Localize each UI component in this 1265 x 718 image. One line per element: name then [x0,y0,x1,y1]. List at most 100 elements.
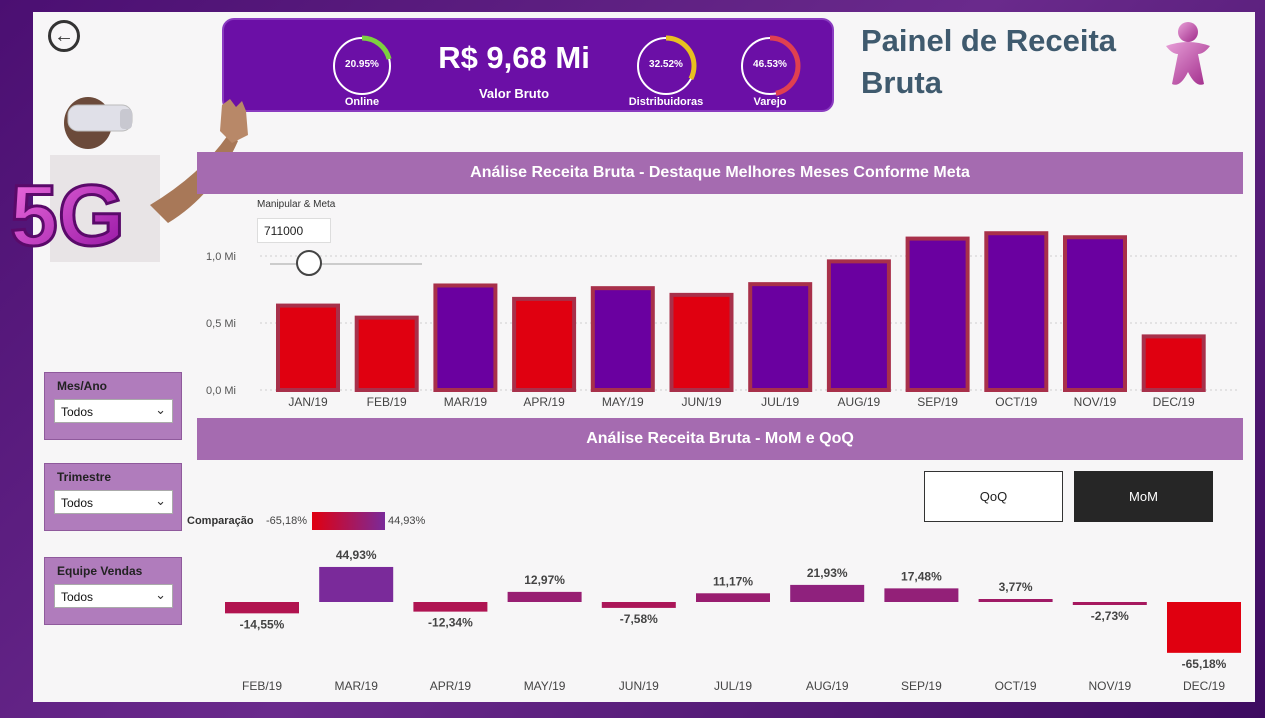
back-button[interactable]: ← [48,20,80,52]
revenue-bar[interactable] [826,259,891,392]
mes-ano-dropdown[interactable]: Todos ⌄ [54,399,173,423]
data-label: -2,73% [1091,609,1129,623]
x-tick-label: SEP/19 [917,395,958,409]
x-tick-label: NOV/19 [1074,395,1117,409]
revenue-bar[interactable] [354,315,419,392]
goal-slider-track[interactable] [270,263,422,265]
mom-bar[interactable] [225,602,299,614]
chevron-down-icon: ⌄ [155,587,166,602]
gross-value: R$ 9,68 Mi [438,40,590,75]
mom-bar[interactable] [1167,602,1241,653]
x-tick-label: OCT/19 [995,395,1037,409]
mom-bar[interactable] [1072,602,1147,605]
x-tick-label: FEB/19 [242,679,282,693]
revenue-bar[interactable] [276,303,340,392]
data-label: -12,34% [428,616,473,630]
y-tick-label: 0,0 Mi [206,385,236,397]
mom-bar[interactable] [319,566,394,602]
chevron-down-icon: ⌄ [155,402,166,417]
revenue-bar[interactable] [1141,334,1206,392]
slicer-equipe-vendas: Equipe Vendas Todos ⌄ [44,557,182,625]
revenue-bar[interactable] [1063,235,1127,392]
x-tick-label: DEC/19 [1153,395,1195,409]
mom-change-chart: -14,55% FEB/19 44,93% MAR/19 -12,34% APR/19 12… [225,548,1241,693]
section-header-meta: Análise Receita Bruta - Destaque Melhore… [197,152,1243,194]
gauge-value: 20.95% [345,59,379,70]
mom-button[interactable]: MoM [1074,471,1213,522]
slicer-title: Trimestre [57,470,112,484]
goal-slider-handle[interactable] [296,250,322,276]
revenue-bar[interactable] [748,282,813,392]
dropdown-value: Todos [61,496,94,510]
x-tick-label: JUN/19 [681,395,721,409]
gauge-value: 32.52% [649,59,683,70]
mom-bar[interactable] [978,599,1053,602]
section-header-mom-qoq: Análise Receita Bruta - MoM e QoQ [197,418,1243,460]
qoq-button[interactable]: QoQ [924,471,1063,522]
chevron-down-icon: ⌄ [155,493,166,508]
legend-gradient [312,512,385,530]
data-label: 17,48% [901,569,942,583]
slicer-trimestre: Trimestre Todos ⌄ [44,463,182,531]
data-label: 21,93% [807,566,848,580]
x-tick-label: MAR/19 [335,679,379,693]
x-tick-label: DEC/19 [1183,679,1225,693]
x-tick-label: AUG/19 [806,679,849,693]
x-tick-label: SEP/19 [901,679,942,693]
x-tick-label: APR/19 [430,679,472,693]
mom-bar[interactable] [790,584,865,602]
promo-5g-text: 5G [10,168,125,264]
gauge-label: Online [344,96,380,108]
data-label: -14,55% [240,617,285,631]
x-tick-label: MAY/19 [602,395,644,409]
x-tick-label: JAN/19 [288,395,328,409]
legend-min: -65,18% [266,515,307,527]
monthly-revenue-chart: 0,0 Mi 0,5 Mi 1,0 Mi JAN/19 FEB/19 MAR/19 APR/… [206,231,1240,409]
equipe-vendas-dropdown[interactable]: Todos ⌄ [54,584,173,608]
data-label: 12,97% [524,573,565,587]
y-tick-label: 0,5 Mi [206,318,236,330]
mom-bar[interactable] [413,602,488,612]
x-tick-label: MAY/19 [524,679,566,693]
revenue-bar[interactable] [984,231,1049,392]
dropdown-value: Todos [61,405,94,419]
revenue-bar[interactable] [433,283,498,392]
revenue-bar[interactable] [590,286,655,392]
x-tick-label: FEB/19 [367,395,407,409]
revenue-bar[interactable] [669,292,734,392]
data-label: 44,93% [336,548,377,562]
mom-bar[interactable] [507,591,582,602]
y-tick-label: 1,0 Mi [206,251,236,263]
page-title: Painel de Receita Bruta [861,23,1117,100]
mom-bar[interactable] [601,602,676,608]
x-tick-label: NOV/19 [1088,679,1131,693]
gross-value-label: Valor Bruto [478,86,550,101]
gauge-label: Varejo [753,96,787,108]
trimestre-dropdown[interactable]: Todos ⌄ [54,490,173,514]
x-tick-label: MAR/19 [444,395,488,409]
x-tick-label: JUL/19 [761,395,799,409]
x-tick-label: OCT/19 [995,679,1037,693]
mom-bar[interactable] [696,593,770,602]
arrow-left-icon: ← [54,24,74,47]
kpi-banner: 20.95% Online 32.52% Distribuidoras 46.53% Va… [222,18,834,112]
x-tick-label: APR/19 [523,395,565,409]
manipulator-label: Manipular & Meta [257,199,336,210]
mom-bar[interactable] [884,588,959,602]
slicer-title: Equipe Vendas [57,564,143,578]
x-tick-label: JUN/19 [619,679,659,693]
data-label: -7,58% [620,612,658,626]
dropdown-value: Todos [61,590,94,604]
brand-logo [1166,22,1210,85]
x-tick-label: JUL/19 [714,679,752,693]
data-label: 3,77% [999,580,1033,594]
revenue-bar[interactable] [512,296,577,392]
slicer-mes-ano: Mes/Ano Todos ⌄ [44,372,182,440]
goal-input[interactable]: 711000 [257,218,331,243]
gauge-label: Distribuidoras [628,96,704,108]
slicer-title: Mes/Ano [57,379,108,393]
revenue-bar[interactable] [905,236,970,392]
legend-label: Comparação [187,515,254,527]
x-tick-label: AUG/19 [838,395,881,409]
data-label: -65,18% [1182,657,1227,671]
